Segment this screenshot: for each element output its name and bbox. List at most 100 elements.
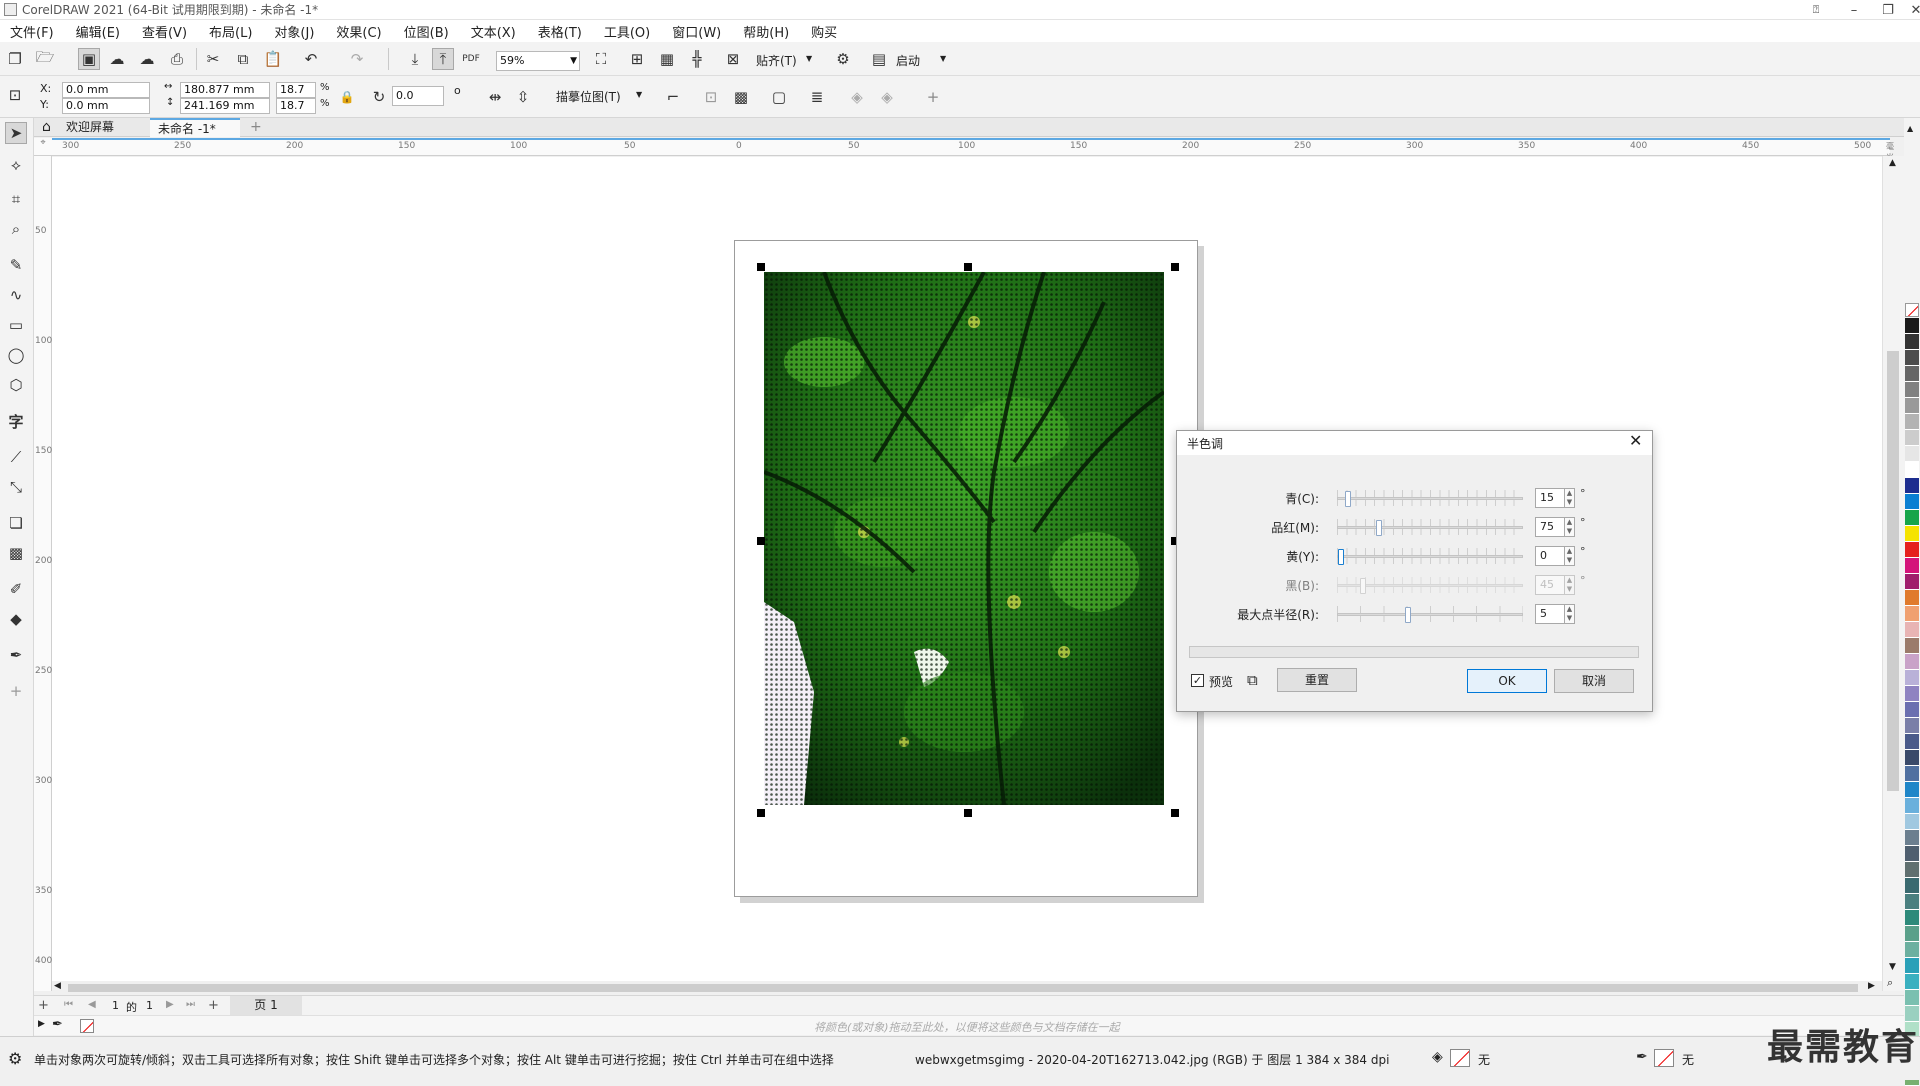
open-folder-icon[interactable]: 🗁 — [34, 48, 56, 70]
color-swatch[interactable] — [1905, 398, 1919, 414]
selection-handle-bl[interactable] — [757, 809, 765, 817]
color-swatch[interactable] — [1905, 782, 1919, 798]
last-page-icon[interactable]: ⏭ — [186, 999, 195, 1010]
fill-bucket-icon[interactable]: ◈ — [1432, 1049, 1443, 1065]
full-screen-icon[interactable]: ⛶ — [590, 48, 612, 70]
add-page-before-icon[interactable]: + — [38, 998, 49, 1013]
ok-button[interactable]: OK — [1467, 669, 1547, 693]
cloud-upload-icon[interactable]: ☁ — [106, 48, 128, 70]
show-grid-icon[interactable]: ▦ — [656, 48, 678, 70]
color-swatch[interactable] — [1905, 990, 1919, 1006]
pick-tool-icon[interactable]: ➤ — [5, 122, 27, 144]
to-back-icon[interactable]: ◈ — [876, 86, 898, 108]
outline-swatch[interactable] — [1654, 1049, 1674, 1067]
color-swatch[interactable] — [1905, 670, 1919, 686]
reset-button[interactable]: 重置 — [1277, 668, 1357, 692]
height-input[interactable]: 241.169 mm — [180, 98, 270, 114]
add-tab-button[interactable]: + — [242, 118, 270, 137]
selection-handle-ml[interactable] — [757, 537, 765, 545]
rectangle-tool-icon[interactable]: ▭ — [5, 314, 27, 336]
color-swatch[interactable] — [1905, 846, 1919, 862]
color-swatch[interactable] — [1905, 814, 1919, 830]
parallel-dimension-icon[interactable]: ⟋ — [5, 446, 27, 468]
menu-effects[interactable]: 效果(C) — [336, 22, 381, 41]
redo-icon[interactable]: ↷ — [346, 48, 368, 70]
menu-view[interactable]: 查看(V) — [142, 22, 187, 41]
transparency-tool-icon[interactable]: ▩ — [5, 542, 27, 564]
color-swatch[interactable] — [1905, 686, 1919, 702]
page-tab[interactable]: 页 1 — [230, 996, 302, 1015]
no-color-swatch[interactable] — [80, 1019, 94, 1033]
color-swatch[interactable] — [1905, 542, 1919, 558]
color-swatch[interactable] — [1905, 446, 1919, 462]
bitmap-image[interactable] — [764, 272, 1164, 805]
scroll-left-icon[interactable]: ◀ — [54, 981, 61, 991]
color-swatch[interactable] — [1905, 334, 1919, 350]
hscroll-thumb[interactable] — [68, 984, 1858, 992]
color-swatch[interactable] — [1905, 510, 1919, 526]
color-swatch[interactable] — [1905, 910, 1919, 926]
color-swatch[interactable] — [1905, 606, 1919, 622]
cut-icon[interactable]: ✂ — [202, 48, 224, 70]
color-swatch[interactable] — [1905, 430, 1919, 446]
cyan-slider[interactable] — [1337, 491, 1523, 507]
color-swatch[interactable] — [1905, 702, 1919, 718]
ruler-corner[interactable]: ⌖ — [34, 138, 52, 156]
next-page-icon[interactable]: ▶ — [166, 999, 174, 1010]
zoom-tool-icon[interactable]: ⌕ — [5, 218, 27, 240]
save-icon[interactable]: ▣ — [78, 48, 100, 70]
connector-tool-icon[interactable]: ⤡ — [5, 476, 27, 498]
menu-table[interactable]: 表格(T) — [538, 22, 582, 41]
max-dot-radius-input[interactable]: 5 — [1535, 604, 1565, 624]
color-swatch[interactable] — [1905, 622, 1919, 638]
scale-x-input[interactable]: 18.7 — [276, 82, 316, 98]
snap-off-icon[interactable]: ⊠ — [722, 48, 744, 70]
selection-handle-tc[interactable] — [964, 263, 972, 271]
color-swatch[interactable] — [1905, 478, 1919, 494]
color-swatch[interactable] — [1905, 462, 1919, 478]
eyedropper-icon[interactable]: ✐ — [5, 578, 27, 600]
cancel-button[interactable]: 取消 — [1554, 669, 1634, 693]
shape-tool-icon[interactable]: ⟡ — [5, 154, 27, 176]
color-swatch[interactable] — [1905, 862, 1919, 878]
zoom-nav-icon[interactable]: ⌕ — [1887, 976, 1893, 990]
y-position-input[interactable]: 0.0 mm — [62, 98, 150, 114]
selection-handle-tl[interactable] — [757, 263, 765, 271]
color-swatch[interactable] — [1905, 974, 1919, 990]
spin-arrows-icon[interactable]: ▲ ▼ — [1565, 604, 1575, 624]
chevron-down-icon[interactable]: ▼ — [940, 54, 946, 63]
color-swatch[interactable] — [1905, 878, 1919, 894]
color-swatch[interactable] — [1905, 494, 1919, 510]
gear-icon[interactable]: ⚙ — [8, 1049, 22, 1068]
menu-object[interactable]: 对象(J) — [274, 22, 314, 41]
fill-swatch[interactable] — [1450, 1049, 1470, 1067]
tab-welcome[interactable]: 欢迎屏幕 — [58, 118, 152, 137]
crop-bitmap-icon[interactable]: ⌐ — [662, 86, 684, 108]
first-page-icon[interactable]: ⏮ — [64, 999, 73, 1010]
eyedropper-icon[interactable]: ✒ — [52, 1017, 63, 1032]
yellow-angle-input[interactable]: 0 — [1535, 546, 1565, 566]
color-swatch[interactable] — [1905, 574, 1919, 590]
launch-menu[interactable]: 启动 — [896, 52, 920, 69]
smart-fill-icon[interactable]: ✒ — [5, 644, 27, 666]
zoom-combo[interactable]: 59% ▼ — [496, 51, 580, 71]
tab-document[interactable]: 未命名 -1* — [150, 118, 240, 137]
menu-help[interactable]: 帮助(H) — [743, 22, 789, 41]
chevron-down-icon[interactable]: ▼ — [570, 52, 577, 70]
close-button[interactable]: ✕ — [1900, 0, 1920, 20]
snap-to-menu[interactable]: 贴齐(T) — [756, 52, 797, 69]
x-position-input[interactable]: 0.0 mm — [62, 82, 150, 98]
pdf-icon[interactable]: PDF — [460, 48, 482, 70]
paste-icon[interactable]: 📋 — [262, 48, 284, 70]
show-rulers-icon[interactable]: ⊞ — [626, 48, 648, 70]
scroll-thumb[interactable] — [1887, 351, 1899, 791]
magenta-slider[interactable] — [1337, 520, 1523, 536]
artistic-media-icon[interactable]: ∿ — [5, 284, 27, 306]
color-swatch[interactable] — [1905, 318, 1919, 334]
selection-handle-br[interactable] — [1171, 809, 1179, 817]
color-swatch[interactable] — [1905, 942, 1919, 958]
color-swatch[interactable] — [1905, 366, 1919, 382]
color-swatch[interactable] — [1905, 926, 1919, 942]
menu-bitmaps[interactable]: 位图(B) — [404, 22, 449, 41]
edit-bitmap-icon[interactable]: ▢ — [768, 86, 790, 108]
